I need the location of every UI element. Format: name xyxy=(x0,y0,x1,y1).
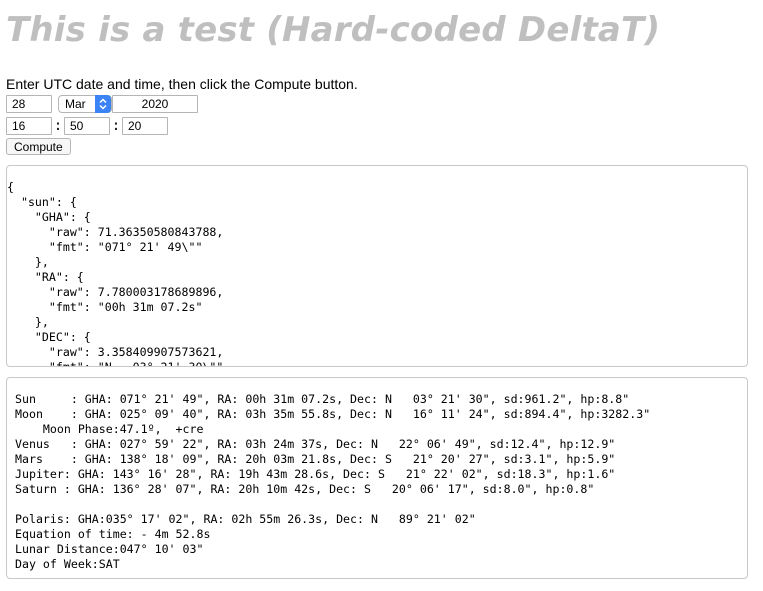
instructions-text: Enter UTC date and time, then click the … xyxy=(6,76,358,92)
select-updown-icon xyxy=(95,95,111,113)
time-separator: : xyxy=(111,118,121,134)
minutes-input[interactable] xyxy=(64,117,110,135)
year-input[interactable] xyxy=(112,95,198,113)
page-title: This is a test (Hard-coded DeltaT) xyxy=(6,10,661,50)
time-separator: : xyxy=(53,118,63,134)
time-row: : : xyxy=(6,116,168,136)
month-selected-value: Mar xyxy=(65,97,86,111)
result-output-panel: Sun : GHA: 071° 21' 49", RA: 00h 31m 07.… xyxy=(6,377,748,579)
date-row: Mar xyxy=(6,94,198,114)
hours-input[interactable] xyxy=(6,117,52,135)
json-output-textarea[interactable]: { "sun": { "GHA": { "raw": 71.3635058084… xyxy=(6,165,748,367)
json-output-text: { "sun": { "GHA": { "raw": 71.3635058084… xyxy=(7,180,224,367)
result-output-text: Sun : GHA: 071° 21' 49", RA: 00h 31m 07.… xyxy=(15,392,651,571)
compute-button[interactable]: Compute xyxy=(6,138,71,155)
day-input[interactable] xyxy=(6,95,52,113)
seconds-input[interactable] xyxy=(122,117,168,135)
month-select[interactable]: Mar xyxy=(58,95,112,113)
